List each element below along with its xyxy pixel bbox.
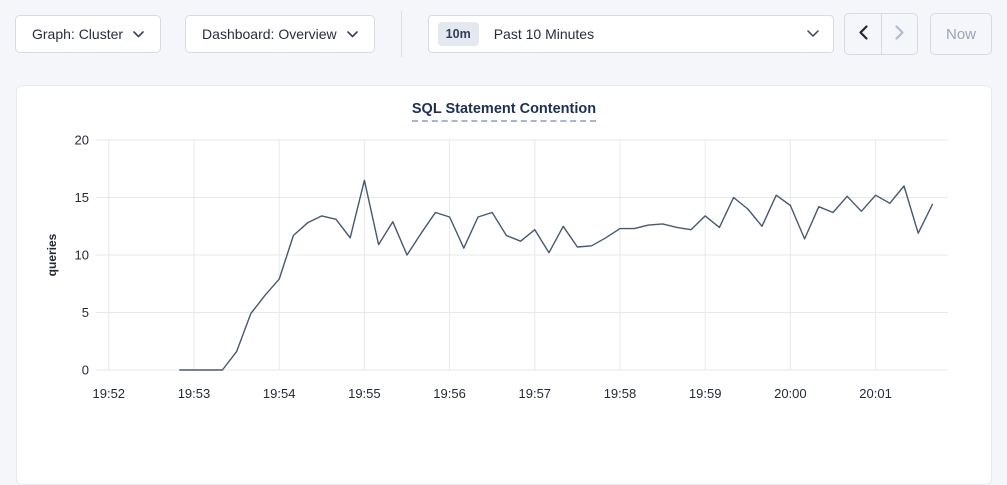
y-axis-tick-label: 0 — [82, 363, 89, 378]
chart-card: SQL Statement Contention 0 5 10 15 20 19:52 19… — [16, 85, 992, 485]
toolbar: Graph: Cluster Dashboard: Overview 10m P… — [0, 0, 1007, 55]
previous-time-button[interactable] — [845, 14, 881, 54]
dashboard-dropdown-label: Dashboard: Overview — [202, 26, 337, 42]
time-window-label: Past 10 Minutes — [494, 26, 807, 42]
chart-title: SQL Statement Contention — [17, 100, 991, 122]
chart-title-text[interactable]: SQL Statement Contention — [412, 101, 596, 122]
line-chart-svg[interactable]: 0 5 10 15 20 19:52 19:53 19:54 19:55 19:56 19:57 19… — [17, 132, 993, 422]
chevron-right-icon — [893, 24, 906, 44]
y-axis-tick-label: 10 — [75, 248, 89, 263]
y-axis-title: queries — [45, 233, 59, 276]
dashboard-dropdown[interactable]: Dashboard: Overview — [185, 15, 375, 53]
graph-dropdown[interactable]: Graph: Cluster — [15, 15, 161, 53]
x-axis-tick-label: 19:53 — [178, 386, 211, 401]
y-axis-tick-label: 15 — [75, 190, 89, 205]
x-axis-tick-label: 19:54 — [263, 386, 296, 401]
sql-statement-contention-chart[interactable]: 0 5 10 15 20 19:52 19:53 19:54 19:55 19:56 19:57 19… — [17, 132, 993, 422]
time-step-buttons — [844, 13, 918, 55]
toolbar-divider — [401, 11, 402, 57]
x-axis-tick-label: 20:00 — [774, 386, 807, 401]
time-range-picker[interactable]: 10m Past 10 Minutes — [428, 15, 834, 53]
chevron-down-icon — [807, 25, 819, 43]
metrics-page: Graph: Cluster Dashboard: Overview 10m P… — [0, 0, 1007, 432]
next-time-button[interactable] — [881, 14, 917, 54]
x-axis-tick-label: 19:59 — [689, 386, 722, 401]
x-axis-tick-label: 19:58 — [604, 386, 637, 401]
now-button[interactable]: Now — [930, 13, 992, 55]
graph-dropdown-label: Graph: Cluster — [32, 26, 123, 42]
x-axis-tick-label: 19:52 — [93, 386, 126, 401]
time-window-badge: 10m — [438, 22, 479, 46]
x-axis-tick-label: 19:55 — [348, 386, 381, 401]
x-axis-tick-label: 19:56 — [433, 386, 466, 401]
y-axis-tick-label: 5 — [82, 305, 89, 320]
y-axis-tick-label: 20 — [75, 133, 89, 148]
x-axis-tick-label: 19:57 — [519, 386, 552, 401]
chevron-left-icon — [857, 24, 870, 44]
x-axis-tick-label: 20:01 — [859, 386, 892, 401]
series-line — [180, 180, 933, 370]
chevron-down-icon — [133, 31, 144, 38]
chevron-down-icon — [347, 31, 358, 38]
